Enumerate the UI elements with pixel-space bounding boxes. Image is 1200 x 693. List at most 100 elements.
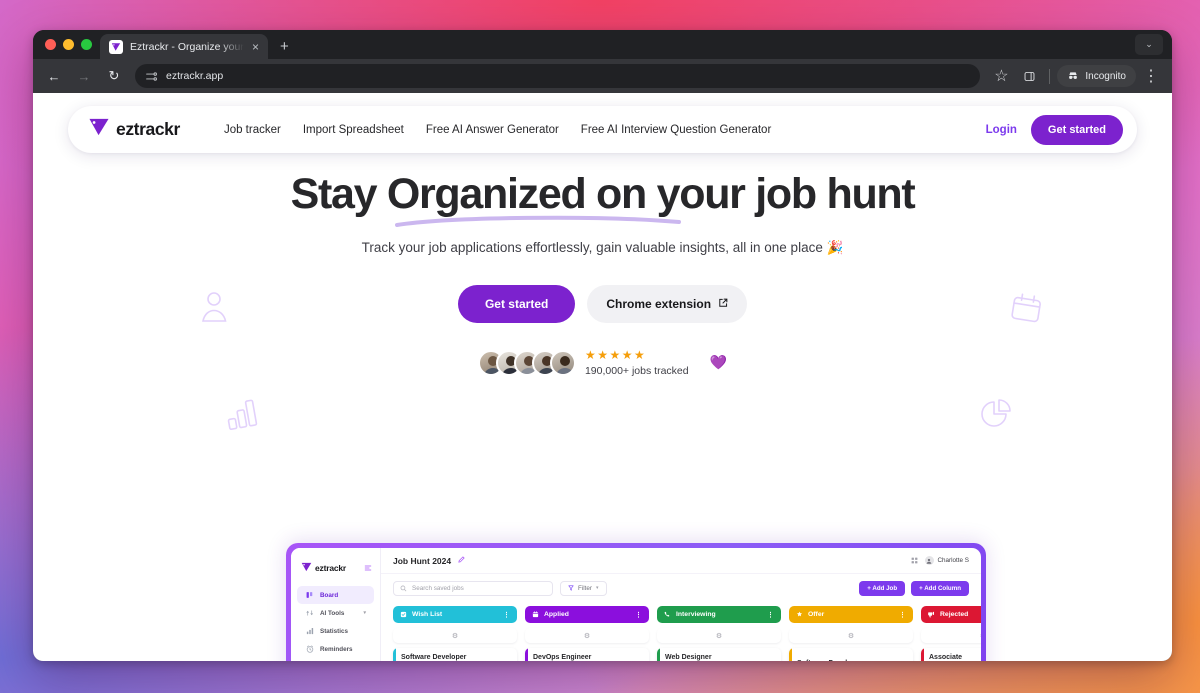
statistics-icon [306, 628, 314, 635]
add-card-button[interactable]: ⚙ [393, 628, 517, 643]
window-controls [41, 30, 100, 59]
bar-chart-outline-icon [223, 396, 263, 436]
ai-tools-icon [306, 610, 313, 616]
sidebar-collapse-icon[interactable] [364, 559, 372, 577]
nav-link-ai-answer-generator[interactable]: Free AI Answer Generator [426, 124, 559, 136]
search-input[interactable]: Search saved jobs [393, 580, 553, 596]
browser-menu-button[interactable]: ⋮ [1138, 63, 1164, 89]
user-chip[interactable]: Charlotte S [924, 556, 970, 565]
job-card[interactable]: Associate Ultra Voucher Scrum Agile [921, 648, 981, 661]
kanban-column: Wish List ⋮ ⚙ Software Developer MU Comp… [393, 606, 517, 661]
column-menu-button[interactable]: ⋮ [767, 611, 774, 619]
rating-block: ★★★★★ 190,000+ jobs tracked [585, 349, 689, 377]
user-name: Charlotte S [937, 557, 970, 564]
column-header: Interviewing ⋮ [657, 606, 781, 623]
add-card-button[interactable]: ⚙ [789, 628, 913, 643]
maximize-window-button[interactable] [81, 39, 92, 50]
board-title: Job Hunt 2024 [393, 555, 452, 566]
column-header: Rejected ⋮ [921, 606, 981, 623]
browser-tab[interactable]: Eztrackr - Organize your job h × [100, 34, 268, 59]
forward-button[interactable]: → [71, 63, 97, 89]
nav-link-job-tracker[interactable]: Job tracker [224, 124, 281, 136]
chrome-extension-button[interactable]: Chrome extension [587, 284, 748, 323]
site-nav-links: Job tracker Import Spreadsheet Free AI A… [224, 124, 771, 136]
avatar [549, 349, 576, 376]
column-menu-button[interactable]: ⋮ [635, 611, 642, 619]
close-tab-button[interactable]: × [251, 41, 260, 53]
sidebar-item-statistics[interactable]: Statistics [297, 622, 374, 640]
search-input-placeholder: Search saved jobs [412, 584, 464, 592]
sidebar-item-contacts[interactable]: Contacts [297, 658, 374, 661]
minimize-window-button[interactable] [63, 39, 74, 50]
kanban-column: Interviewing ⋮ ⚙ Web Designer Retomotion… [657, 606, 781, 661]
browser-tab-strip: Eztrackr - Organize your job h × + ⌄ [33, 30, 1172, 59]
app-brand-row: eztrackr [291, 554, 380, 586]
browser-toolbar: ← → ↻ eztrackr.app ☆ Incognito ⋮ [33, 59, 1172, 93]
sidebar-item-board[interactable]: Board [297, 586, 374, 604]
site-brand[interactable]: eztrackr [88, 117, 180, 142]
purple-heart-icon: 💜 [709, 354, 728, 371]
job-card[interactable]: Software Developer MU Company React Tail… [393, 648, 517, 661]
filter-label: Filter [578, 584, 592, 592]
hero-get-started-button[interactable]: Get started [457, 284, 576, 323]
wishlist-icon [400, 611, 407, 618]
incognito-icon [1069, 72, 1078, 79]
job-card[interactable]: Software Developer Profan [789, 648, 913, 661]
hero-cta-row: Get started Chrome extension [33, 284, 1172, 323]
get-started-button[interactable]: Get started [1030, 114, 1123, 145]
grid-view-icon[interactable] [911, 557, 918, 564]
reload-button[interactable]: ↻ [101, 63, 127, 89]
app-topbar-actions: Charlotte S [911, 556, 970, 565]
social-proof: ★★★★★ 190,000+ jobs tracked 💜 [33, 349, 1172, 377]
app-preview-inner: eztrackr Board AI Tools ▾ Statistics Rem… [291, 548, 981, 661]
job-title: Web Designer [665, 654, 712, 661]
column-title: Offer [808, 611, 825, 618]
eztrackr-logo-icon [88, 117, 110, 142]
chevron-down-icon: ▾ [363, 610, 366, 616]
address-bar[interactable]: eztrackr.app [135, 64, 981, 88]
board-icon [306, 592, 313, 598]
bookmark-star-icon[interactable]: ☆ [988, 63, 1014, 89]
job-title: Software Developer [797, 660, 906, 661]
add-job-button[interactable]: + Add Job [859, 580, 906, 596]
jobs-tracked-count: 190,000+ jobs tracked [584, 364, 689, 377]
column-title: Interviewing [676, 611, 716, 618]
pencil-icon[interactable] [458, 556, 465, 565]
toolbar-actions: ☆ Incognito ⋮ [988, 63, 1164, 89]
nav-link-ai-interview-question-generator[interactable]: Free AI Interview Question Generator [581, 124, 771, 136]
offer-icon [796, 611, 803, 617]
job-title: DevOps Engineer [533, 654, 592, 661]
app-topbar: Job Hunt 2024 Charlotte S [381, 548, 981, 574]
back-button[interactable]: ← [41, 63, 67, 89]
title-underline-swoosh [394, 215, 681, 227]
filter-dropdown[interactable]: Filter ▾ [560, 580, 607, 596]
column-menu-button[interactable]: ⋮ [503, 611, 510, 619]
job-card[interactable]: DevOps Engineer LeaFood Test, build, des… [525, 648, 649, 661]
sidebar-item-ai-tools[interactable]: AI Tools ▾ [297, 604, 374, 622]
sidebar-item-label: AI Tools [320, 609, 345, 617]
sidebar-item-reminders[interactable]: Reminders [297, 640, 374, 658]
site-nav-actions: Login Get started [986, 114, 1123, 145]
close-window-button[interactable] [45, 39, 56, 50]
eztrackr-logo-icon [301, 559, 312, 577]
nav-link-import-spreadsheet[interactable]: Import Spreadsheet [303, 124, 404, 136]
login-link[interactable]: Login [986, 124, 1017, 136]
page-viewport: eztrackr Job tracker Import Spreadsheet … [33, 93, 1172, 661]
site-settings-icon[interactable] [145, 70, 158, 83]
toolbar-separator [1049, 68, 1051, 84]
browser-window: Eztrackr - Organize your job h × + ⌄ ← →… [33, 30, 1172, 661]
kanban-column: Rejected ⋮ ⚙ Associate Ultra Voucher Scr… [921, 606, 981, 661]
add-card-button[interactable]: ⚙ [657, 628, 781, 643]
column-menu-button[interactable]: ⋮ [899, 611, 906, 619]
column-title: Applied [544, 611, 569, 618]
incognito-indicator[interactable]: Incognito [1057, 65, 1136, 87]
side-panel-icon[interactable] [1016, 63, 1042, 89]
add-card-button[interactable]: ⚙ [525, 628, 649, 643]
job-card[interactable]: Web Designer Retomotion Figma React Boot… [657, 648, 781, 661]
window-menu-button[interactable]: ⌄ [1135, 34, 1163, 55]
external-link-icon [718, 297, 728, 311]
add-column-button[interactable]: + Add Column [911, 580, 969, 596]
new-tab-button[interactable]: + [280, 38, 289, 55]
add-card-button[interactable]: ⚙ [921, 628, 981, 643]
app-brand-name: eztrackr [315, 563, 347, 573]
